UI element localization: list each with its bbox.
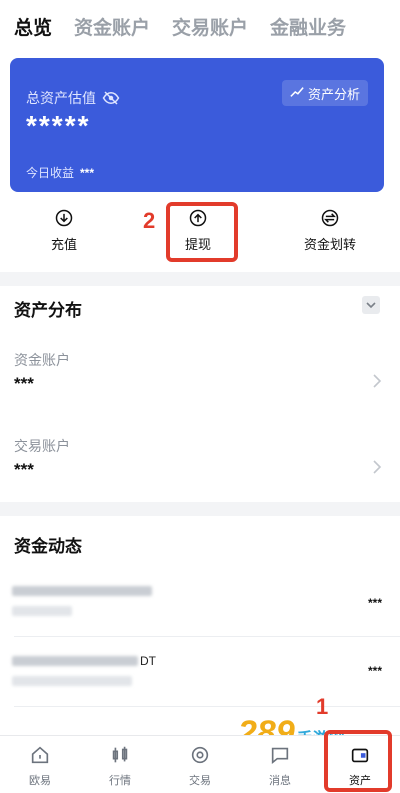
blurred-text — [12, 676, 132, 686]
nav-label: 消息 — [269, 775, 291, 787]
blurred-text — [12, 586, 152, 596]
flow-row-value: *** — [367, 596, 382, 610]
distribution-collapse-toggle[interactable] — [362, 296, 380, 314]
annotation-number-2: 2 — [143, 208, 156, 233]
annotation-box-withdraw — [166, 202, 238, 262]
chevron-right-icon[interactable] — [372, 460, 382, 474]
trade-cycle-icon — [191, 746, 209, 764]
total-asset-value: ***** — [26, 110, 91, 141]
deposit-button[interactable]: 充值 — [24, 208, 104, 253]
transfer-button[interactable]: 资金划转 — [290, 208, 370, 253]
deposit-icon — [55, 209, 73, 227]
today-earnings: 今日收益 *** — [26, 164, 94, 181]
nav-label: 交易 — [189, 775, 211, 787]
nav-label: 行情 — [109, 775, 131, 787]
section-separator — [0, 272, 400, 286]
tab-funding-account[interactable]: 资金账户 — [74, 13, 150, 40]
blurred-text — [12, 606, 72, 616]
chevron-right-icon[interactable] — [372, 374, 382, 388]
candlestick-icon — [112, 746, 128, 763]
annotation-number-1: 1 — [316, 694, 329, 719]
trading-account-value: *** — [14, 460, 34, 479]
today-earnings-label: 今日收益 — [26, 166, 75, 180]
deposit-label: 充值 — [50, 237, 77, 252]
total-asset-card: 总资产估值 资产分析 ***** 今日收益 *** — [10, 58, 384, 192]
funds-flow-title: 资金动态 — [14, 537, 82, 556]
message-icon — [271, 747, 289, 765]
home-icon — [31, 746, 49, 764]
flow-row-value: *** — [367, 664, 382, 678]
nav-item-markets[interactable]: 行情 — [80, 736, 160, 793]
row-divider — [14, 706, 400, 707]
funding-account-label: 资金账户 — [14, 352, 70, 368]
tab-overview[interactable]: 总览 — [14, 13, 52, 40]
total-asset-label: 总资产估值 — [26, 90, 96, 106]
nav-item-okx-home[interactable]: 欧易 — [0, 736, 80, 793]
top-tabs: 总览 资金账户 交易账户 金融业务 — [14, 12, 390, 40]
trading-account-label: 交易账户 — [14, 438, 70, 454]
tab-trading-account[interactable]: 交易账户 — [172, 13, 248, 40]
nav-item-messages[interactable]: 消息 — [240, 736, 320, 793]
nav-label: 欧易 — [29, 775, 51, 787]
hide-eye-icon[interactable] — [102, 89, 120, 107]
tab-financial-services[interactable]: 金融业务 — [270, 13, 346, 40]
section-separator — [0, 502, 400, 516]
asset-distribution-title: 资产分布 — [14, 301, 82, 320]
asset-analysis-button[interactable]: 资产分析 — [281, 80, 368, 106]
chevron-down-icon — [366, 302, 376, 309]
transfer-icon — [321, 209, 339, 227]
transfer-label: 资金划转 — [303, 237, 356, 252]
row-divider — [14, 636, 400, 637]
nav-item-trade[interactable]: 交易 — [160, 736, 240, 793]
blurred-text — [12, 656, 138, 666]
funding-account-value: *** — [14, 374, 34, 393]
asset-analysis-label: 资产分析 — [307, 86, 360, 102]
flow-row-partial-label: DT — [140, 654, 156, 668]
today-earnings-value: *** — [80, 166, 95, 180]
total-asset-label-row: 总资产估值 — [26, 88, 120, 108]
trend-chart-icon — [290, 85, 304, 102]
annotation-box-assets — [324, 730, 392, 792]
